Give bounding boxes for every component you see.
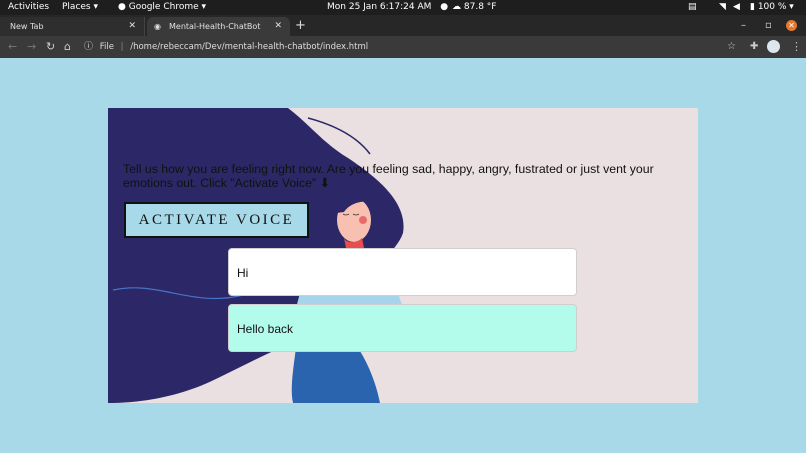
tab-chatbot[interactable]: ◉ Mental-Health-ChatBot ✕ xyxy=(147,17,290,36)
avatar[interactable] xyxy=(767,40,780,53)
tab-label: Mental-Health-ChatBot xyxy=(169,22,261,31)
battery-label: 100 % xyxy=(757,2,787,12)
home-button[interactable]: ⌂ xyxy=(64,36,71,58)
chat-card: Tell us how you are feeling right now. A… xyxy=(108,108,698,403)
tab-label: New Tab xyxy=(10,22,44,31)
address-scheme: File xyxy=(99,42,114,52)
wifi-icon[interactable]: ◥ xyxy=(719,0,726,15)
tab-strip: New Tab ✕ ◉ Mental-Health-ChatBot ✕ + – … xyxy=(0,15,806,36)
chrome-icon: ● xyxy=(118,2,126,12)
pants-shape xyxy=(291,348,380,403)
new-tab-button[interactable]: + xyxy=(295,15,306,36)
clock[interactable]: Mon 25 Jan 6:17:24 AM ● xyxy=(327,0,448,15)
info-icon: ⓘ xyxy=(84,42,94,52)
user-message: Hi xyxy=(228,248,577,296)
places-label: Places xyxy=(62,2,91,12)
volume-icon[interactable]: ◀ xyxy=(733,0,740,15)
back-button[interactable]: ← xyxy=(8,36,17,58)
chevron-down-icon: ▾ xyxy=(201,2,207,12)
address-divider: | xyxy=(120,42,124,52)
forward-button[interactable]: → xyxy=(27,36,36,58)
weather-label: 87.8 °F xyxy=(463,2,497,12)
address-url: /home/rebeccam/Dev/mental-health-chatbot… xyxy=(130,42,369,52)
clock-label: Mon 25 Jan 6:17:24 AM xyxy=(327,2,432,12)
maximize-button[interactable]: ▫ xyxy=(765,15,772,36)
menu-icon[interactable]: ⋮ xyxy=(791,36,802,58)
extensions-icon[interactable]: ✚ xyxy=(750,36,758,58)
reload-button[interactable]: ↻ xyxy=(46,36,55,58)
app-menu[interactable]: ● Google Chrome ▾ xyxy=(118,0,206,15)
chevron-down-icon: ▾ xyxy=(789,2,794,12)
browser-toolbar: ← → ↻ ⌂ ⓘ File | /home/rebeccam/Dev/ment… xyxy=(0,36,806,58)
places-menu[interactable]: Places ▾ xyxy=(62,0,98,15)
system-top-bar: Activities Places ▾ ● Google Chrome ▾ Mo… xyxy=(0,0,806,15)
close-icon[interactable]: ✕ xyxy=(274,17,282,36)
cheek xyxy=(359,216,367,224)
activate-voice-button[interactable]: ACTIVATE VOICE xyxy=(124,202,309,238)
tab-new-tab[interactable]: New Tab ✕ xyxy=(0,17,145,36)
bot-message: Hello back xyxy=(228,304,577,352)
close-icon[interactable]: ✕ xyxy=(128,17,136,36)
app-menu-label: Google Chrome xyxy=(128,2,199,12)
clipboard-icon[interactable]: ▤ xyxy=(688,0,697,15)
weather-indicator[interactable]: ☁ 87.8 °F xyxy=(452,0,496,15)
close-window-button[interactable]: ✕ xyxy=(786,20,797,31)
address-bar[interactable]: ⓘ File | /home/rebeccam/Dev/mental-healt… xyxy=(84,38,714,56)
chevron-down-icon: ▾ xyxy=(93,2,99,12)
page-viewport: Tell us how you are feeling right now. A… xyxy=(0,58,806,453)
cloud-icon: ☁ xyxy=(452,2,461,12)
activities-button[interactable]: Activities xyxy=(8,0,49,15)
star-icon[interactable]: ☆ xyxy=(727,36,736,58)
notification-dot-icon: ● xyxy=(440,2,449,12)
battery-indicator[interactable]: ▮ 100 % ▾ xyxy=(750,0,794,15)
prompt-text: Tell us how you are feeling right now. A… xyxy=(123,162,654,190)
minimize-button[interactable]: – xyxy=(741,15,746,36)
globe-icon: ◉ xyxy=(154,22,161,31)
battery-icon: ▮ xyxy=(750,2,755,12)
